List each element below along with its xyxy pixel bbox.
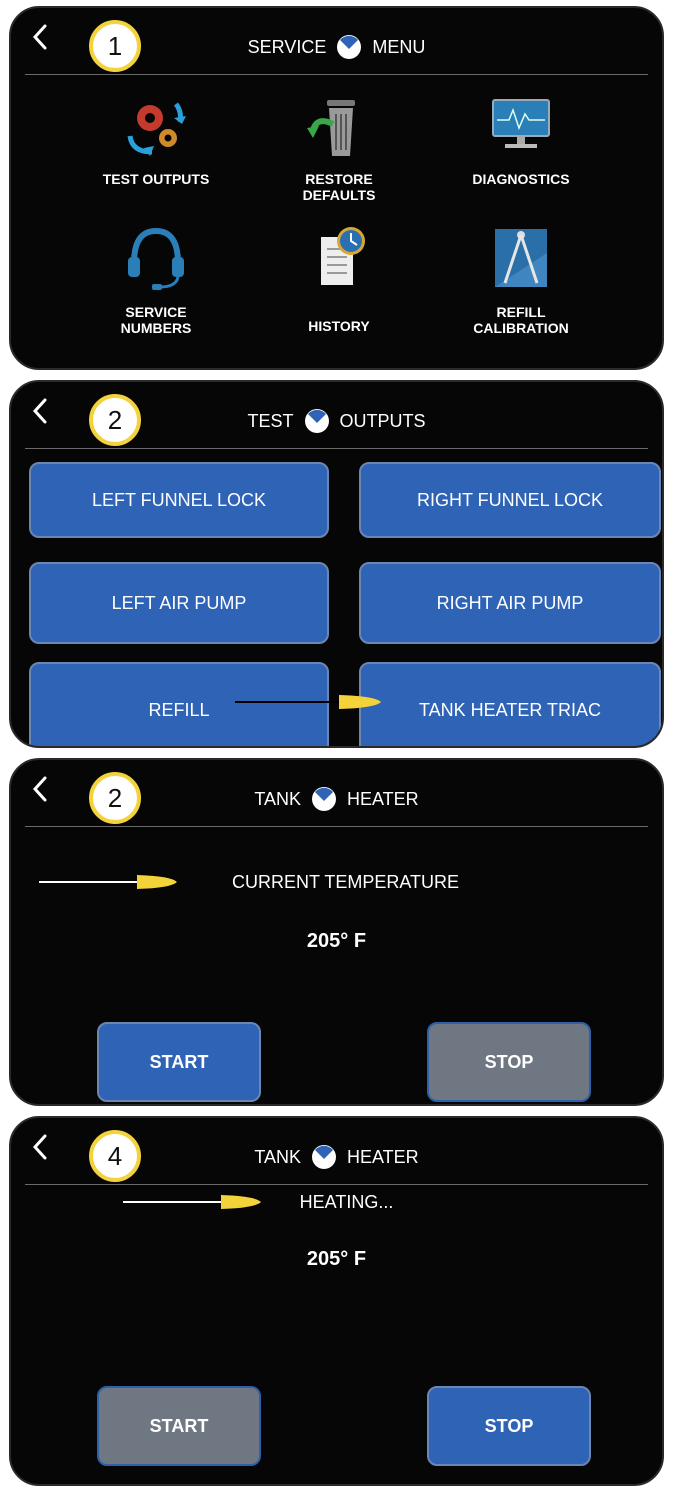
title-right: HEATER — [346, 1146, 419, 1167]
pointer-arrow-icon — [235, 695, 381, 709]
title-left: SERVICE — [247, 36, 327, 57]
status-text: HEATING... — [299, 1192, 394, 1212]
title-left: TANK — [254, 1146, 301, 1167]
diagnostics-label: DIAGNOSTICS — [472, 171, 570, 187]
service-numbers-button[interactable]: SERVICE NUMBERS — [66, 223, 246, 336]
page-title: SERVICE MENU — [11, 32, 662, 62]
right-air-pump-button[interactable]: RIGHT AIR PUMP — [359, 562, 661, 644]
header-divider — [25, 1184, 648, 1185]
restore-defaults-label: RESTORE DEFAULTS — [302, 171, 376, 203]
brand-logo-icon — [337, 35, 362, 59]
refill-calibration-button[interactable]: REFILL CALIBRATION — [431, 223, 611, 336]
monitor-pulse-icon — [492, 99, 550, 148]
notebook-clock-icon — [321, 227, 365, 285]
brand-logo-icon — [311, 787, 336, 811]
test-outputs-button[interactable]: TEST OUTPUTS — [66, 90, 246, 187]
brand-logo-icon — [311, 1145, 336, 1169]
title-right: OUTPUTS — [339, 410, 426, 431]
page-title: TEST OUTPUTS — [11, 406, 662, 436]
gears-icon — [127, 102, 186, 156]
right-funnel-lock-button[interactable]: RIGHT FUNNEL LOCK — [359, 462, 661, 538]
tank-heater-panel: 2 TANK HEATER CURRENT TEMPERATURE 205° F… — [9, 758, 664, 1106]
test-outputs-panel: 2 TEST OUTPUTS LEFT FUNNEL LOCK RIGHT FU… — [9, 380, 664, 748]
header-divider — [25, 826, 648, 827]
temperature-value: 205° F — [306, 1248, 367, 1270]
tank-heater-triac-button[interactable]: TANK HEATER TRIAC — [359, 662, 661, 746]
history-label: HISTORY — [308, 318, 370, 334]
compass-icon — [495, 229, 547, 287]
brand-logo-icon — [304, 409, 329, 433]
stop-button[interactable]: STOP — [427, 1386, 591, 1466]
left-air-pump-button[interactable]: LEFT AIR PUMP — [29, 562, 329, 644]
refill-calibration-label: REFILL CALIBRATION — [473, 304, 569, 336]
temperature-value: 205° F — [306, 930, 367, 952]
left-funnel-lock-button[interactable]: LEFT FUNNEL LOCK — [29, 462, 329, 538]
trash-restore-icon — [307, 100, 355, 156]
status-text: CURRENT TEMPERATURE — [231, 872, 460, 892]
header-divider — [25, 448, 648, 449]
diagnostics-button[interactable]: DIAGNOSTICS — [431, 90, 611, 187]
service-menu-panel: 1 SERVICE MENU TEST OUTPUTS RESTORE DEFA… — [9, 6, 664, 370]
start-button[interactable]: START — [97, 1386, 261, 1466]
title-left: TEST — [247, 410, 294, 431]
headset-icon — [128, 227, 184, 290]
header-divider — [25, 74, 648, 75]
service-numbers-label: SERVICE NUMBERS — [120, 304, 192, 336]
title-right: MENU — [372, 36, 426, 57]
page-title: TANK HEATER — [11, 1142, 662, 1172]
test-outputs-label: TEST OUTPUTS — [102, 171, 210, 187]
start-button[interactable]: START — [97, 1022, 261, 1102]
page-title: TANK HEATER — [11, 784, 662, 814]
restore-defaults-button[interactable]: RESTORE DEFAULTS — [249, 90, 429, 203]
history-button[interactable]: HISTORY — [249, 223, 429, 334]
tank-heater-heating-panel: 4 TANK HEATER HEATING... 205° F START ST… — [9, 1116, 664, 1486]
stop-button[interactable]: STOP — [427, 1022, 591, 1102]
title-left: TANK — [254, 788, 301, 809]
title-right: HEATER — [346, 788, 419, 809]
